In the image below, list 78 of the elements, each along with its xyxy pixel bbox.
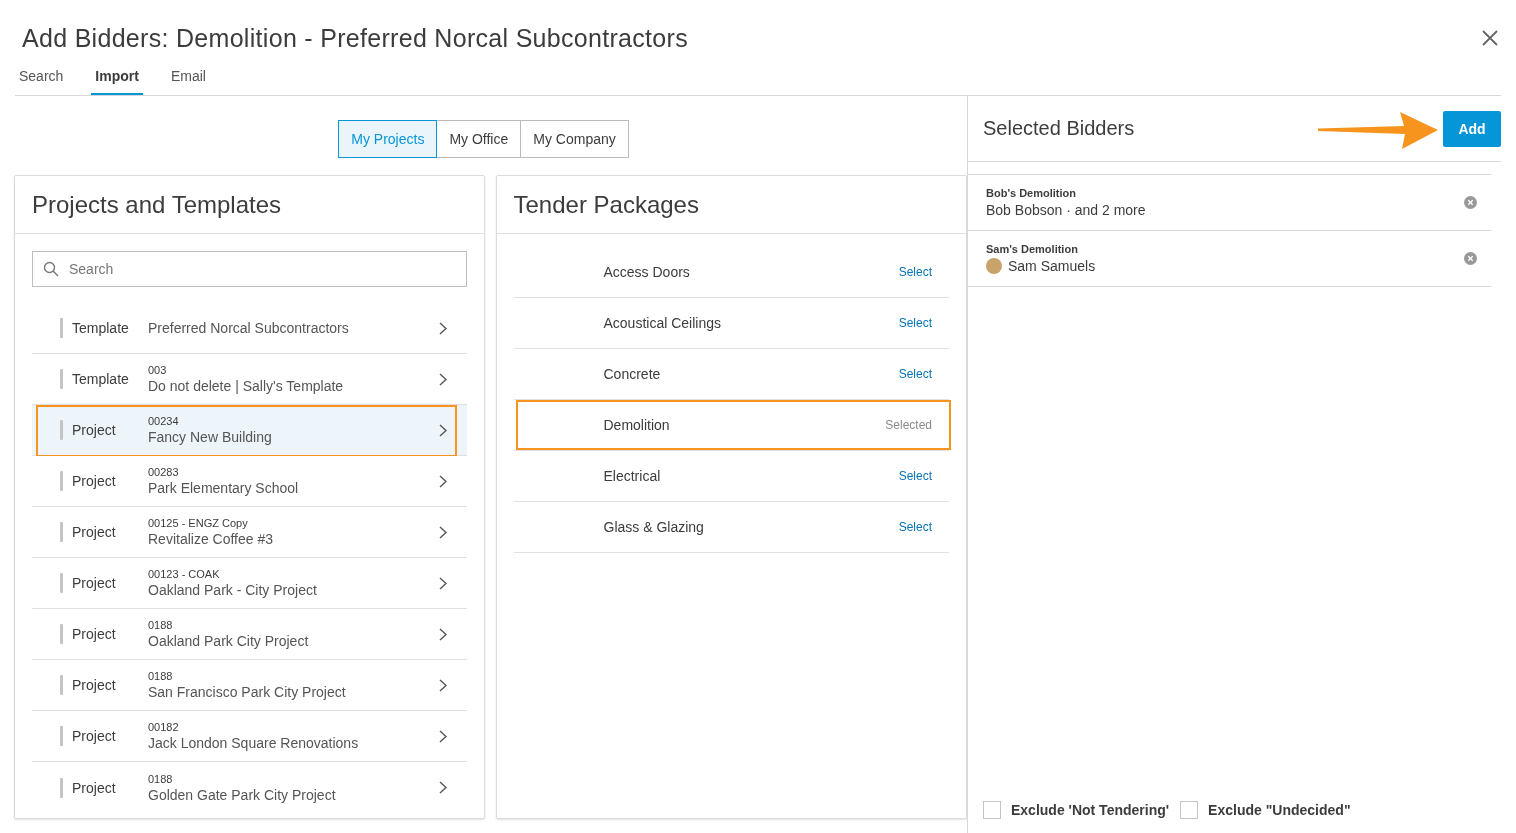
chevron-right-icon (438, 372, 447, 386)
search-field[interactable]: Search (32, 251, 467, 287)
close-button[interactable] (1480, 28, 1500, 48)
project-code: 0188 (148, 670, 174, 682)
dialog-title: Add Bidders: Demolition - Preferred Norcal Subcontractors (22, 23, 688, 53)
close-icon (1464, 196, 1477, 209)
tab[interactable]: Search (15, 58, 68, 95)
checkbox-option[interactable]: Exclude "Undecided" (1180, 801, 1351, 819)
project-code: 003 (148, 364, 168, 376)
project-name: Revitalize Coffee #3 (148, 531, 275, 547)
selected-label[interactable]: Selected (885, 418, 932, 432)
project-name: Do not delete | Sally's Template (148, 378, 345, 394)
project-name: Oakland Park City Project (148, 633, 310, 649)
project-name: Park Elementary School (148, 480, 300, 496)
package-name: Electrical (603, 468, 662, 484)
chevron-right-icon (438, 321, 447, 335)
chevron-right-icon (438, 525, 447, 539)
close-icon (1464, 252, 1477, 265)
checkbox[interactable] (1180, 801, 1199, 819)
package-name: Glass & Glazing (603, 519, 705, 535)
row-kind: Project (72, 422, 117, 438)
chevron-right-icon (438, 781, 447, 794)
project-code: 00123 - COAK (148, 568, 221, 580)
scope-toggle[interactable]: My Office (436, 120, 522, 158)
select-link[interactable]: Select (898, 469, 932, 483)
project-code: 0188 (148, 772, 174, 785)
project-row[interactable]: Project 00234 Fancy New Building (32, 405, 467, 456)
chevron-right-icon (438, 627, 447, 641)
tab[interactable]: Email (166, 58, 210, 95)
tab[interactable]: Import (91, 58, 143, 95)
panel-title: Selected Bidders (983, 117, 1136, 140)
chevron-right-icon (438, 678, 447, 692)
select-link[interactable]: Select (898, 520, 932, 534)
select-link[interactable]: Select (898, 367, 932, 381)
company-name: Sam's Demolition (986, 243, 1079, 255)
project-name: Fancy New Building (148, 429, 273, 445)
company-name: Bob's Demolition (986, 187, 1077, 199)
chevron-right-icon (438, 423, 447, 437)
package-name: Concrete (603, 366, 662, 382)
select-link[interactable]: Select (898, 265, 932, 279)
chevron-right-icon (438, 474, 447, 488)
contact-name: Bob Bobson · and 2 more (986, 202, 1146, 218)
project-name: Golden Gate Park City Project (148, 786, 337, 803)
scope-toggle[interactable]: My Company (520, 120, 629, 158)
search-icon (43, 261, 59, 277)
row-kind: Project (72, 728, 117, 744)
checkbox-option[interactable]: Exclude 'Not Tendering' (983, 801, 1170, 819)
project-code: 00283 (148, 466, 180, 478)
remove-button[interactable] (1464, 252, 1477, 265)
checkbox[interactable] (983, 801, 1001, 819)
project-code: 00234 (148, 415, 180, 427)
row-kind: Project (72, 677, 117, 693)
row-kind: Project (72, 626, 117, 642)
remove-button[interactable] (1464, 196, 1477, 209)
project-code: 00182 (148, 721, 180, 733)
row-kind: Project (72, 473, 117, 489)
package-name: Demolition (603, 417, 671, 433)
chevron-right-icon (438, 576, 447, 590)
select-link[interactable]: Select (898, 316, 932, 330)
project-name: Preferred Norcal Subcontractors (148, 320, 350, 336)
row-kind: Template (72, 371, 130, 387)
row-kind: Project (72, 575, 117, 591)
project-name: Jack London Square Renovations (148, 735, 360, 751)
chevron-right-icon (438, 729, 447, 743)
project-name: Oakland Park - City Project (148, 582, 318, 598)
panel-title: Tender Packages (496, 176, 966, 234)
close-icon (1480, 28, 1500, 48)
row-kind: Template (72, 320, 130, 336)
project-code: 00125 - ENGZ Copy (148, 517, 249, 529)
project-code: 0188 (148, 619, 174, 631)
package-name: Access Doors (603, 264, 691, 280)
contact-name: Sam Samuels (1008, 258, 1096, 274)
package-name: Acoustical Ceilings (603, 315, 722, 331)
row-kind: Project (72, 524, 117, 540)
project-name: San Francisco Park City Project (148, 684, 347, 700)
panel-title: Projects and Templates (15, 176, 484, 234)
project-row[interactable]: Project 00283 Park Elementary School (32, 456, 467, 507)
row-kind: Project (72, 779, 117, 796)
